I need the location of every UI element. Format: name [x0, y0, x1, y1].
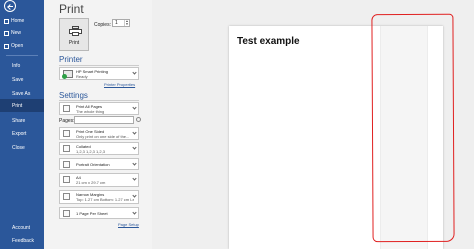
red-annotation-outline	[371, 13, 455, 243]
nav-item-info[interactable]: Info	[0, 60, 44, 72]
nav-item-label: Share	[12, 118, 26, 124]
print-button-label: Print	[68, 40, 80, 46]
nav-item-label: Home	[11, 18, 25, 24]
nav-item-label: Account	[12, 225, 31, 231]
nav-item-label: Save As	[12, 91, 31, 97]
printer-icon	[69, 26, 82, 36]
nav-item-share[interactable]: Share	[0, 115, 44, 127]
nav-item-account[interactable]: Account	[0, 222, 44, 234]
printer-heading: Printer	[59, 55, 83, 64]
chevron-down-icon	[132, 176, 137, 181]
pages-input[interactable]	[74, 116, 134, 124]
nav-item-label: Info	[12, 63, 21, 69]
copies-input[interactable]: 1 ▲ ▼	[112, 19, 130, 27]
chevron-down-icon	[132, 70, 137, 75]
setting-line2: 1,2,3 1,2,3 1,2,3	[76, 149, 105, 154]
chevron-down-icon	[132, 145, 137, 150]
nav-divider	[6, 55, 38, 56]
back-arrow-icon[interactable]	[4, 0, 16, 12]
nav-item-print[interactable]: Print	[0, 99, 44, 112]
chevron-down-icon	[132, 210, 137, 215]
nav-item-new[interactable]: New	[0, 27, 44, 39]
copies-label: Copies:	[94, 22, 111, 28]
settings-heading: Settings	[59, 91, 88, 100]
new-document-icon	[4, 30, 9, 36]
nav-item-open[interactable]: Open	[0, 40, 44, 52]
collation-select[interactable]: Collated 1,2,3 1,2,3 1,2,3	[59, 142, 139, 155]
paper-size-icon	[63, 176, 70, 183]
nav-item-feedback[interactable]: Feedback	[0, 235, 44, 247]
setting-line2: 21 cm x 29.7 cm	[76, 180, 106, 185]
setting-line1: Portrait Orientation	[76, 162, 110, 167]
nav-item-save[interactable]: Save	[0, 74, 44, 86]
divider	[59, 65, 139, 66]
chevron-down-icon	[132, 105, 137, 110]
copies-value: 1	[115, 20, 118, 26]
printer-select[interactable]: HP Smart Printing Ready	[59, 67, 139, 80]
nav-item-label: Print	[12, 102, 23, 109]
nav-item-close[interactable]: Close	[0, 142, 44, 154]
chevron-down-icon	[132, 193, 137, 198]
chevron-down-icon	[132, 130, 137, 135]
portrait-icon	[63, 161, 70, 168]
nav-item-label: Close	[12, 145, 25, 151]
print-button[interactable]: Print	[59, 18, 89, 51]
orientation-select[interactable]: Portrait Orientation	[59, 158, 139, 170]
nav-item-label: Export	[12, 131, 27, 137]
printer-properties-link[interactable]: Printer Properties	[104, 82, 135, 87]
page-title: Print	[59, 2, 84, 16]
paper-size-select[interactable]: A4 21 cm x 29.7 cm	[59, 173, 139, 187]
page-setup-link[interactable]: Page Setup	[118, 222, 139, 227]
setting-line1: 1 Page Per Sheet	[76, 211, 108, 216]
setting-line2: Only print on one side of the...	[76, 134, 130, 139]
nav-item-label: Open	[11, 43, 24, 49]
nav-item-home[interactable]: Home	[0, 15, 44, 27]
margins-icon	[63, 193, 70, 200]
folder-icon	[4, 43, 9, 49]
backstage-nav: Home New Open Info Save Save As Print Sh…	[0, 0, 44, 249]
nav-item-label: Save	[12, 77, 24, 83]
pages-per-sheet-select[interactable]: 1 Page Per Sheet	[59, 207, 139, 219]
pages-per-sheet-icon	[63, 210, 70, 217]
divider	[59, 100, 139, 101]
nav-item-export[interactable]: Export	[0, 128, 44, 140]
home-icon	[4, 18, 9, 24]
setting-line2: Top: 1.27 cm Bottom: 1.27 cm Le...	[76, 197, 134, 202]
setting-line2: The whole thing	[76, 109, 105, 114]
pages-label: Pages:	[59, 118, 75, 124]
pages-icon	[63, 105, 70, 112]
collated-icon	[63, 145, 70, 152]
margins-select[interactable]: Narrow Margins Top: 1.27 cm Bottom: 1.27…	[59, 190, 139, 204]
print-range-select[interactable]: Print All Pages The whole thing	[59, 102, 139, 115]
nav-item-label: Feedback	[12, 238, 34, 244]
chevron-down-icon	[132, 161, 137, 166]
one-sided-icon	[63, 130, 70, 137]
nav-item-label: New	[11, 30, 22, 36]
printer-ready-icon	[62, 70, 73, 79]
printer-status: Ready	[76, 74, 88, 79]
document-title: Test example	[237, 36, 300, 47]
info-icon[interactable]	[136, 117, 141, 122]
sides-select[interactable]: Print One Sided Only print on one side o…	[59, 127, 139, 140]
copies-spinner[interactable]: ▲ ▼	[124, 20, 129, 26]
